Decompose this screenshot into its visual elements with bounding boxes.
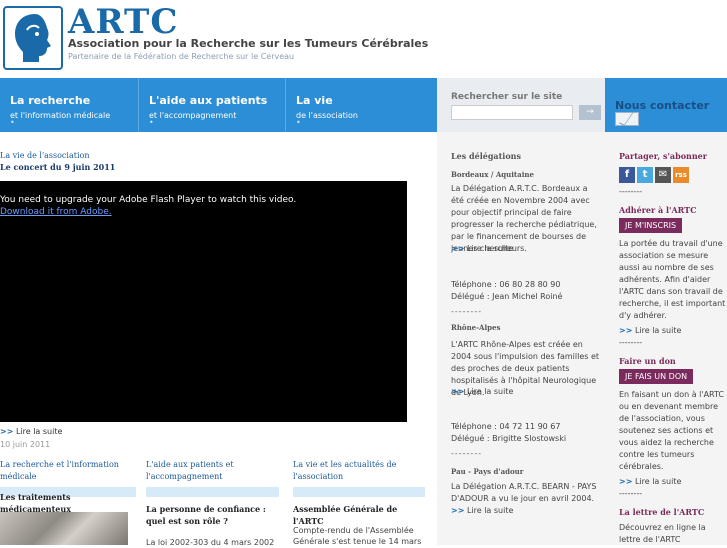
contact-link[interactable]: Nous contacter (605, 78, 727, 132)
medicine-photo (0, 512, 128, 545)
adherer-more-link[interactable]: >> Lire la suite (619, 325, 727, 337)
brand-tagline: Partenaire de la Fédération de Recherche… (68, 52, 295, 61)
delegation-phone: Téléphone : 06 80 28 80 90 (451, 280, 561, 289)
adherer-text: La portée du travail d'une association s… (619, 239, 726, 320)
search-input[interactable] (451, 105, 573, 120)
delegation-more-link[interactable]: >> Lire la suite (451, 386, 601, 398)
artc-logo[interactable] (3, 6, 63, 70)
delegation-delegate: Délégué : Brigitte Slostowski (451, 434, 567, 443)
section-aide-title[interactable]: L'aide aux patients et l'accompagnement (146, 459, 276, 483)
trusted-person-title[interactable]: La personne de confiance : quel est son … (146, 503, 282, 527)
rss-icon[interactable]: rss (673, 167, 689, 183)
brand-subtitle: Association pour la Recherche sur les Tu… (68, 37, 429, 50)
nav-item-dot: • (10, 118, 15, 127)
brand-name[interactable]: ARTC (68, 2, 178, 42)
donation-more-link[interactable]: >> Lire la suite (619, 476, 727, 488)
section-recherche-title[interactable]: La recherche et l'information médicale (0, 459, 136, 483)
delegation-region: Rhône-Alpes (451, 323, 501, 332)
adherer-more-label: Lire la suite (634, 326, 682, 335)
newsletter-title: La lettre de l'ARTC (619, 507, 705, 517)
article-title[interactable]: Le concert du 9 juin 2011 (0, 162, 115, 172)
face-profile-icon (15, 14, 51, 62)
article-date: 10 juin 2011 (0, 440, 51, 449)
nav-item-title: La vie (296, 94, 333, 107)
read-more-link[interactable]: >> Lire la suite (0, 427, 62, 436)
separator: -------- (451, 449, 483, 458)
search-label: Rechercher sur le site (451, 92, 563, 102)
read-more-arrow: >> (0, 427, 14, 436)
nav-item-title: La recherche (10, 94, 91, 107)
nav-item-sub: et l'accompagnement (149, 111, 237, 120)
delegation-more-label: Lire la suite (466, 387, 514, 396)
read-more-label: Lire la suite (15, 427, 63, 436)
adherer-title: Adhérer à l'ARTC (619, 205, 697, 215)
delegations-heading: Les délégations (451, 151, 521, 161)
delegation-text: La Délégation A.R.T.C. BEARN - PAYS D'AD… (451, 482, 597, 503)
nav-item-dot: • (149, 118, 154, 127)
delegation-region: Pau - Pays d'adour (451, 467, 524, 476)
nav-item-aide[interactable]: L'aide aux patients et l'accompagnement … (139, 78, 285, 132)
signup-button[interactable]: JE M'INSCRIS (619, 218, 683, 233)
donate-button[interactable]: JE FAIS UN DON (619, 369, 694, 384)
nav-item-recherche[interactable]: La recherche et l'information médicale • (0, 78, 138, 132)
donation-text: En faisant un don à l'ARTC ou en devenan… (619, 390, 725, 471)
newsletter-text[interactable]: Découvrez en ligne la lettre de l'ARTC (619, 522, 727, 546)
separator: -------- (619, 338, 643, 347)
facebook-icon[interactable]: f (619, 167, 635, 183)
email-share-icon[interactable]: ✉ (655, 167, 671, 183)
delegation-delegate: Délégué : Jean Michel Roiné (451, 292, 563, 301)
envelope-icon[interactable] (615, 112, 639, 126)
nav-item-sub: et l'information médicale (10, 111, 111, 120)
separator: -------- (619, 187, 643, 196)
general-assembly-text: Compte-rendu de l'Assemblée Générale s'e… (293, 526, 422, 546)
section-vie-title[interactable]: La vie et les actualités de l'associatio… (293, 459, 413, 483)
flash-video-player[interactable]: You need to upgrade your Adobe Flash Pla… (0, 181, 407, 422)
trusted-person-text: La loi 2002-303 du 4 mars 2002 (146, 538, 275, 547)
flash-upgrade-message: You need to upgrade your Adobe Flash Pla… (0, 195, 297, 205)
search-panel: Rechercher sur le site → (437, 78, 605, 132)
nav-item-dot: • (296, 118, 301, 127)
delegation-more-link[interactable]: >> Lire la suite (451, 505, 601, 517)
section-divider (146, 487, 279, 497)
general-assembly-title[interactable]: Assemblée Générale de l'ARTC (293, 503, 425, 527)
share-title: Partager, s'abonner (619, 151, 707, 161)
donation-more-label: Lire la suite (634, 477, 682, 486)
twitter-icon[interactable]: t (637, 167, 653, 183)
delegation-more-label: Lire la suite (466, 244, 514, 253)
share-icons: f t ✉ rss (619, 167, 691, 183)
nav-item-sub: de l'association (296, 111, 358, 120)
separator: -------- (619, 489, 643, 498)
breadcrumb[interactable]: La vie de l'association (0, 151, 89, 160)
flash-download-link[interactable]: Download it from Adobe. (0, 207, 112, 217)
delegation-phone: Téléphone : 04 72 11 90 67 (451, 422, 561, 431)
delegation-region: Bordeaux / Aquitaine (451, 170, 534, 179)
nav-item-vie[interactable]: La vie de l'association • (286, 78, 436, 132)
donation-title: Faire un don (619, 356, 676, 366)
section-divider (293, 487, 425, 497)
delegation-more-label: Lire la suite (466, 506, 514, 515)
search-submit-button[interactable]: → (579, 105, 601, 120)
separator: -------- (451, 307, 483, 316)
delegation-more-link[interactable]: >> Lire la suite (451, 243, 601, 255)
nav-item-title: L'aide aux patients (149, 94, 268, 107)
